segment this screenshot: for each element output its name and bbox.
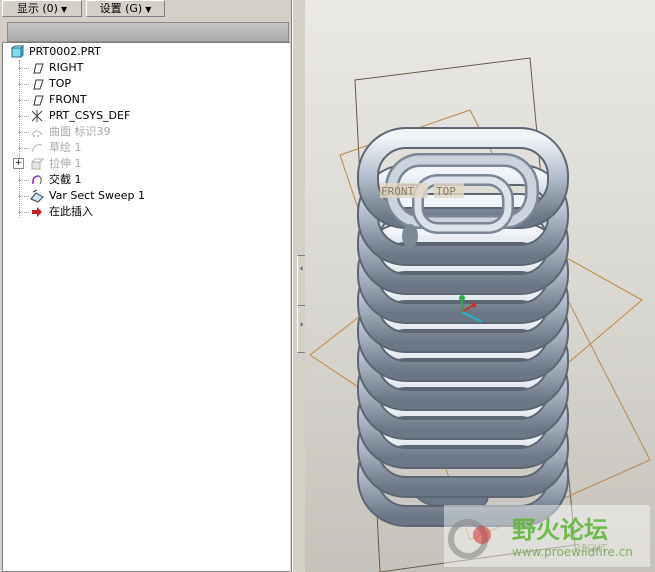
settings-menu-button[interactable]: 设置 (G) ▼ bbox=[86, 0, 165, 17]
tree-header-bar bbox=[7, 22, 289, 42]
model-tree-toolbar: 显示 (0) ▼ 设置 (G) ▼ bbox=[0, 0, 291, 18]
part-icon bbox=[10, 45, 24, 59]
tree-item-label: TOP bbox=[49, 77, 72, 90]
show-menu-label: 显示 (0) bbox=[16, 2, 58, 15]
intersect-icon bbox=[32, 175, 42, 185]
chevron-left-icon: ‹ bbox=[299, 264, 304, 274]
datum-plane-icon bbox=[33, 63, 44, 74]
front-plane-label: FRONT bbox=[381, 185, 414, 198]
tree-item-label: 在此插入 bbox=[49, 205, 93, 218]
watermark-url: www.proewildfire.cn bbox=[512, 545, 633, 559]
tree-item-label: 曲面 标识39 bbox=[49, 125, 111, 138]
tree-item-label: FRONT bbox=[49, 93, 87, 106]
coordinate-system-icon bbox=[31, 110, 43, 122]
model-scene: FRONT TOP RIGHT bbox=[309, 57, 651, 572]
tree-item-label: 拉伸 1 bbox=[49, 157, 82, 170]
tree-item-label: 草绘 1 bbox=[49, 141, 82, 154]
show-menu-button[interactable]: 显示 (0) ▼ bbox=[2, 0, 82, 17]
datum-plane-icon bbox=[33, 95, 44, 106]
surface-icon bbox=[31, 130, 43, 137]
model-tree bbox=[2, 42, 290, 572]
tree-root-label: PRT0002.PRT bbox=[29, 45, 101, 58]
sweep-icon bbox=[30, 189, 44, 203]
watermark-logo-icon bbox=[448, 519, 491, 559]
extrude-icon bbox=[31, 158, 44, 170]
watermark-title: 野火论坛 bbox=[512, 516, 608, 544]
tree-item-label: Var Sect Sweep 1 bbox=[49, 189, 146, 202]
tree-item-label: 交截 1 bbox=[49, 173, 82, 186]
graphics-viewport[interactable]: FRONT TOP RIGHT bbox=[305, 0, 655, 572]
chevron-down-icon: ▼ bbox=[60, 5, 68, 14]
tree-item-label: RIGHT bbox=[49, 61, 84, 74]
chevron-down-icon: ▼ bbox=[145, 5, 152, 14]
datum-plane-icon bbox=[33, 79, 44, 90]
sketch-icon bbox=[31, 144, 43, 153]
tree-item-label: PRT_CSYS_DEF bbox=[49, 109, 131, 122]
insert-here-arrow-icon bbox=[32, 207, 42, 217]
settings-menu-label: 设置 (G) bbox=[99, 2, 143, 15]
top-plane-label: TOP bbox=[436, 185, 456, 198]
expand-toggle[interactable]: + bbox=[13, 158, 24, 169]
chevron-right-icon: › bbox=[299, 320, 304, 330]
